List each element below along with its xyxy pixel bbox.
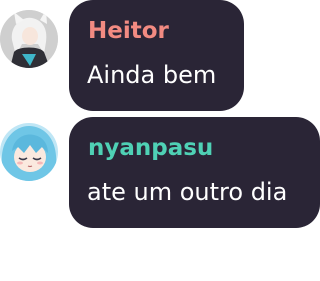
author-name[interactable]: Heitor — [88, 17, 169, 45]
avatar-heitor[interactable] — [0, 10, 58, 68]
avatar-nyanpasu[interactable] — [0, 123, 58, 181]
blue-haired-anime-avatar-icon — [0, 123, 58, 181]
message-bubble: nyanpasu ate um outro dia — [69, 117, 320, 228]
message-text: Ainda bem — [87, 61, 217, 89]
chat-log: Heitor Ainda bem nyanpasu ate um outro d… — [0, 0, 320, 281]
white-haired-character-avatar-icon — [0, 10, 58, 68]
author-name[interactable]: nyanpasu — [88, 134, 213, 162]
message-text: ate um outro dia — [87, 178, 288, 206]
message-bubble: Heitor Ainda bem — [69, 0, 244, 111]
